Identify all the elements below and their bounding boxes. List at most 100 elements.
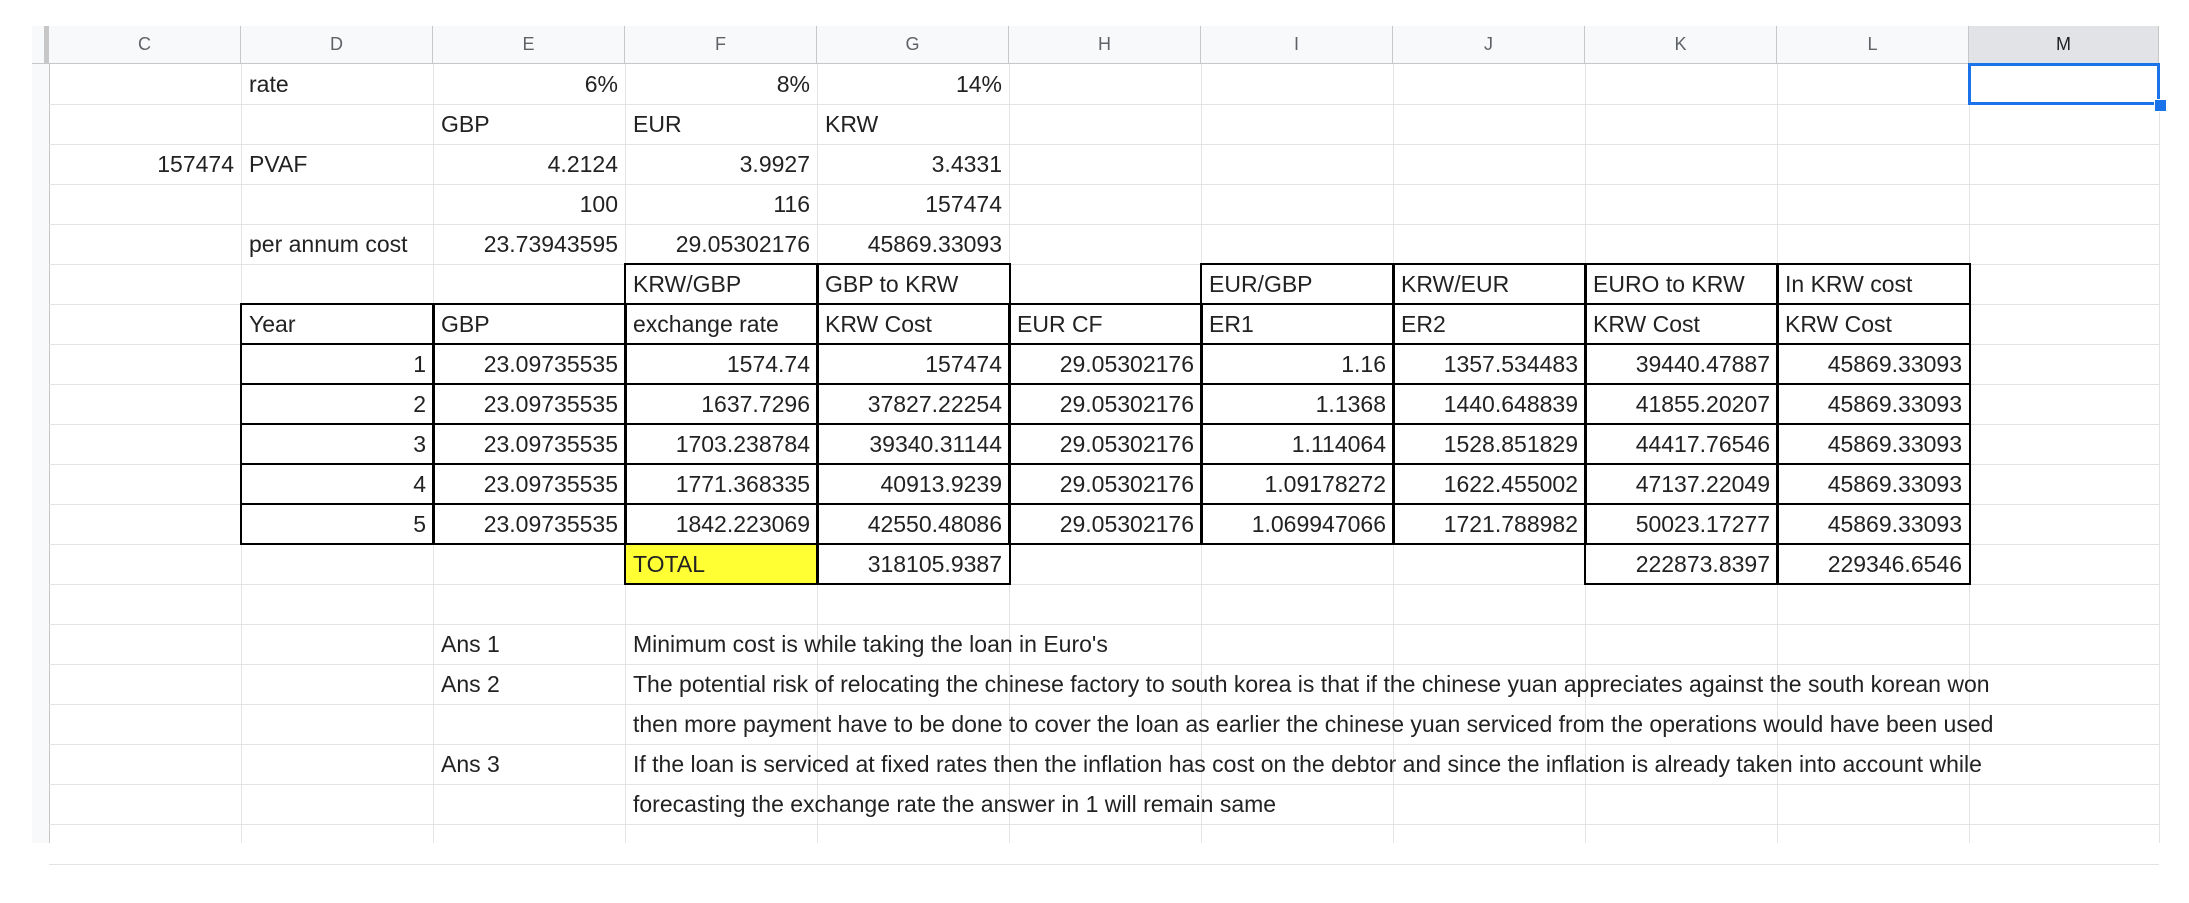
table-row-2-f[interactable]: 1637.7296 [624,383,819,425]
rate-krw[interactable]: 14% [817,64,1010,104]
per-annum-eur[interactable]: 29.05302176 [625,224,818,264]
table-row-4-k[interactable]: 47137.22049 [1584,463,1779,505]
table-row-3-h[interactable]: 29.05302176 [1008,423,1203,465]
table-header2-h[interactable]: EUR CF [1008,303,1203,345]
select-all-corner[interactable] [32,26,49,64]
table-row-3-g[interactable]: 39340.31144 [816,423,1011,465]
table-row-2-j[interactable]: 1440.648839 [1392,383,1587,425]
answer-text-5[interactable]: forecasting the exchange rate the answer… [625,784,1276,824]
pvaf-gbp[interactable]: 4.2124 [433,144,626,184]
pvaf-label[interactable]: PVAF [241,144,434,184]
table-row-5-j[interactable]: 1721.788982 [1392,503,1587,545]
rate-gbp[interactable]: 6% [433,64,626,104]
column-header-i[interactable]: I [1201,26,1393,64]
table-row-3-d[interactable]: 3 [240,423,435,465]
column-header-l[interactable]: L [1777,26,1969,64]
table-header1-f[interactable]: KRW/GBP [624,263,819,305]
table-row-4-h[interactable]: 29.05302176 [1008,463,1203,505]
column-header-f[interactable]: F [625,26,817,64]
table-row-2-i[interactable]: 1.1368 [1200,383,1395,425]
column-header-d[interactable]: D [241,26,433,64]
table-row-2-h[interactable]: 29.05302176 [1008,383,1203,425]
table-header1-k[interactable]: EURO to KRW [1584,263,1779,305]
currency-gbp[interactable]: GBP [433,104,626,144]
total-in-krw[interactable]: 229346.6546 [1776,543,1971,585]
table-row-5-e[interactable]: 23.09735535 [432,503,627,545]
table-row-2-d[interactable]: 2 [240,383,435,425]
answer-text-2[interactable]: The potential risk of relocating the chi… [625,664,1990,704]
pvaf-ref-value[interactable]: 157474 [49,144,242,184]
table-row-3-j[interactable]: 1528.851829 [1392,423,1587,465]
table-row-2-l[interactable]: 45869.33093 [1776,383,1971,425]
total-gbp-to-krw[interactable]: 318105.9387 [816,543,1011,585]
principal-krw[interactable]: 157474 [817,184,1010,224]
table-row-2-k[interactable]: 41855.20207 [1584,383,1779,425]
per-annum-label[interactable]: per annum cost [241,224,434,264]
answer-text-1[interactable]: Minimum cost is while taking the loan in… [625,624,1108,664]
table-row-4-e[interactable]: 23.09735535 [432,463,627,505]
table-header2-k[interactable]: KRW Cost [1584,303,1779,345]
table-row-3-f[interactable]: 1703.238784 [624,423,819,465]
table-row-1-g[interactable]: 157474 [816,343,1011,385]
column-header-k[interactable]: K [1585,26,1777,64]
table-header2-d[interactable]: Year [240,303,435,345]
row-header-strip[interactable] [32,64,50,843]
table-row-4-d[interactable]: 4 [240,463,435,505]
active-cell-selection[interactable] [1968,63,2160,105]
per-annum-krw[interactable]: 45869.33093 [817,224,1010,264]
column-header-h[interactable]: H [1009,26,1201,64]
table-row-1-f[interactable]: 1574.74 [624,343,819,385]
principal-gbp[interactable]: 100 [433,184,626,224]
table-row-1-i[interactable]: 1.16 [1200,343,1395,385]
table-row-3-l[interactable]: 45869.33093 [1776,423,1971,465]
rate-eur[interactable]: 8% [625,64,818,104]
table-header1-l[interactable]: In KRW cost [1776,263,1971,305]
principal-eur[interactable]: 116 [625,184,818,224]
pvaf-eur[interactable]: 3.9927 [625,144,818,184]
currency-krw[interactable]: KRW [817,104,1010,144]
answer-label-2[interactable]: Ans 2 [433,664,626,704]
per-annum-gbp[interactable]: 23.73943595 [433,224,626,264]
table-row-1-j[interactable]: 1357.534483 [1392,343,1587,385]
table-row-5-i[interactable]: 1.069947066 [1200,503,1395,545]
column-header-m[interactable]: M [1969,26,2159,64]
answer-text-3[interactable]: then more payment have to be done to cov… [625,704,1993,744]
table-row-1-d[interactable]: 1 [240,343,435,385]
table-row-2-g[interactable]: 37827.22254 [816,383,1011,425]
total-label[interactable]: TOTAL [624,543,819,585]
table-row-4-l[interactable]: 45869.33093 [1776,463,1971,505]
table-row-4-i[interactable]: 1.09178272 [1200,463,1395,505]
table-row-4-g[interactable]: 40913.9239 [816,463,1011,505]
table-row-5-f[interactable]: 1842.223069 [624,503,819,545]
table-row-3-e[interactable]: 23.09735535 [432,423,627,465]
table-row-4-f[interactable]: 1771.368335 [624,463,819,505]
pvaf-krw[interactable]: 3.4331 [817,144,1010,184]
table-row-5-d[interactable]: 5 [240,503,435,545]
table-row-5-g[interactable]: 42550.48086 [816,503,1011,545]
table-header2-i[interactable]: ER1 [1200,303,1395,345]
table-header1-i[interactable]: EUR/GBP [1200,263,1395,305]
column-header-e[interactable]: E [433,26,625,64]
currency-eur[interactable]: EUR [625,104,818,144]
table-row-5-l[interactable]: 45869.33093 [1776,503,1971,545]
table-row-4-j[interactable]: 1622.455002 [1392,463,1587,505]
answer-label-1[interactable]: Ans 1 [433,624,626,664]
table-header2-f[interactable]: exchange rate [624,303,819,345]
table-row-1-e[interactable]: 23.09735535 [432,343,627,385]
spreadsheet-grid[interactable]: CDEFGHIJKLM rate 6% 8% 14% GBP EUR KRW 157474 PV… [0,0,2189,903]
table-header1-j[interactable]: KRW/EUR [1392,263,1587,305]
table-row-5-k[interactable]: 50023.17277 [1584,503,1779,545]
answer-text-4[interactable]: If the loan is serviced at fixed rates t… [625,744,1982,784]
table-header2-e[interactable]: GBP [432,303,627,345]
total-euro-to-krw[interactable]: 222873.8397 [1584,543,1779,585]
table-row-1-l[interactable]: 45869.33093 [1776,343,1971,385]
table-row-2-e[interactable]: 23.09735535 [432,383,627,425]
table-header2-l[interactable]: KRW Cost [1776,303,1971,345]
table-row-3-k[interactable]: 44417.76546 [1584,423,1779,465]
column-header-j[interactable]: J [1393,26,1585,64]
answer-label-4[interactable]: Ans 3 [433,744,626,784]
table-header2-g[interactable]: KRW Cost [816,303,1011,345]
fill-handle[interactable] [2154,99,2167,112]
table-row-5-h[interactable]: 29.05302176 [1008,503,1203,545]
column-header-g[interactable]: G [817,26,1009,64]
